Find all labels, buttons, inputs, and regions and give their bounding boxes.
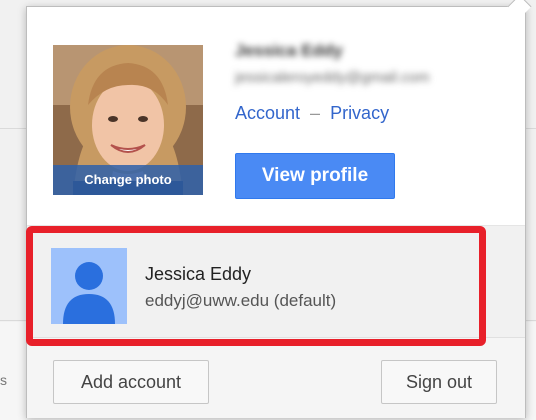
account-list-item[interactable]: Jessica Eddy eddyj@uww.edu (default) <box>27 242 525 324</box>
add-account-button[interactable]: Add account <box>53 360 209 404</box>
sign-out-button[interactable]: Sign out <box>381 360 497 404</box>
account-email: eddyj@uww.edu (default) <box>145 291 337 310</box>
profile-links: Account – Privacy <box>235 103 389 124</box>
account-list: Jessica Eddy eddyj@uww.edu (default) <box>27 225 525 338</box>
background-text-fragment: s <box>0 372 7 388</box>
profile-photo[interactable]: Change photo <box>53 45 203 195</box>
privacy-link[interactable]: Privacy <box>330 103 389 123</box>
account-popup: Change photo Jessica Eddy jessicaleroyed… <box>26 0 532 418</box>
popup-footer: Add account Sign out <box>27 337 525 418</box>
change-photo-button[interactable]: Change photo <box>53 165 203 195</box>
account-link[interactable]: Account <box>235 103 300 123</box>
person-silhouette-icon <box>51 248 127 324</box>
profile-email: jessicaleroyeddy@gmail.com <box>235 69 430 86</box>
account-name: Jessica Eddy <box>145 264 252 284</box>
view-profile-button[interactable]: View profile <box>235 153 395 199</box>
profile-name: Jessica Eddy <box>235 41 343 60</box>
link-separator: – <box>310 103 321 123</box>
